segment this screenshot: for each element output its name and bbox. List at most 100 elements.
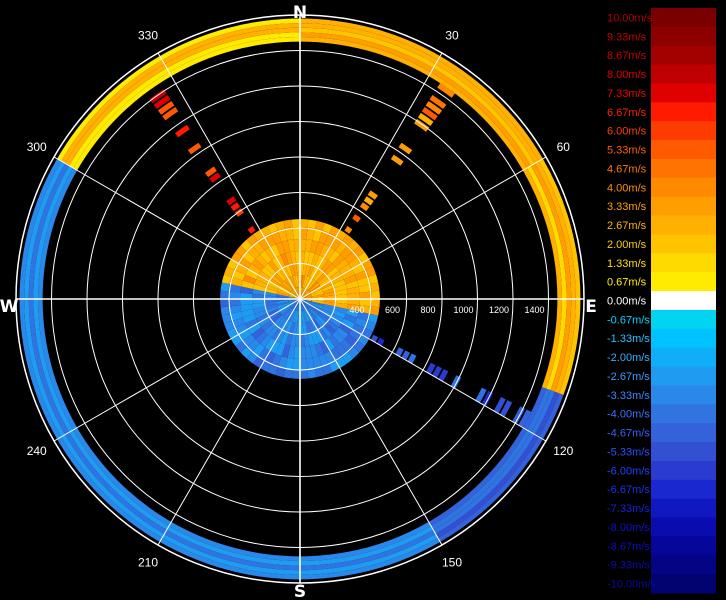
range-label: 1000 (453, 305, 473, 315)
cardinal-south: S (294, 582, 306, 600)
legend-label: -5.33m/s (607, 446, 650, 458)
legend-swatch (651, 574, 716, 594)
near-field-cell (292, 358, 300, 371)
legend-swatch (651, 196, 716, 217)
near-field-cell (300, 358, 308, 371)
legend-label: -2.00m/s (607, 352, 650, 364)
legend-swatch (651, 26, 716, 47)
cardinal-west: W (0, 297, 19, 317)
range-label: 600 (385, 305, 400, 315)
legend-label: 2.00m/s (607, 239, 647, 251)
legend-label: -1.33m/s (607, 333, 650, 345)
radial-streak-cell (175, 124, 190, 138)
range-label: 1200 (489, 305, 509, 315)
legend-label: -6.00m/s (607, 465, 650, 477)
outer-band-segment (61, 23, 300, 164)
cardinal-east: E (585, 297, 597, 317)
legend-swatch (651, 234, 716, 254)
legend-label: -4.00m/s (607, 409, 650, 421)
legend-swatch (651, 328, 716, 349)
legend-swatch (651, 272, 716, 292)
legend-swatch (651, 140, 716, 160)
legend-label: -9.33m/s (607, 560, 650, 572)
outer-band-segment (28, 163, 436, 571)
azimuth-spoke (53, 156, 301, 300)
near-field-cell (220, 299, 229, 308)
azimuth-label: 330 (138, 29, 158, 43)
near-field-cell (307, 219, 317, 229)
radial-streak-cell (390, 154, 404, 166)
cardinal-north: N (293, 3, 307, 23)
legend-label: 0.67m/s (607, 277, 647, 289)
outer-band-segment (33, 165, 434, 566)
azimuth-spoke (299, 156, 547, 300)
near-field-cell (370, 282, 380, 292)
near-field-cell (283, 219, 293, 229)
legend-label: 0.00m/s (607, 296, 647, 308)
legend-label: -10.00m/s (607, 579, 656, 591)
azimuth-spoke (157, 52, 301, 300)
legend-swatch (651, 158, 716, 179)
near-field-cell (220, 290, 229, 299)
legend-label: 8.00m/s (607, 69, 647, 81)
near-field-cell (291, 370, 300, 379)
near-field-cell (220, 282, 230, 292)
legend-swatch (651, 498, 716, 519)
legend-swatch (651, 45, 716, 66)
legend-label: 9.33m/s (607, 31, 647, 43)
legend-swatch (651, 215, 716, 235)
radial-streak-cell (352, 214, 361, 223)
near-field-cell (300, 370, 309, 379)
legend-label: 5.33m/s (607, 145, 647, 157)
legend-label: -3.33m/s (607, 390, 650, 402)
legend-swatch (651, 479, 716, 500)
near-field-cell (371, 290, 380, 299)
legend-label: 6.67m/s (607, 107, 647, 119)
near-field-cell (371, 299, 380, 308)
near-field-cell (220, 306, 230, 316)
azimuth-spokes (16, 15, 584, 583)
legend-label: 2.67m/s (607, 220, 647, 232)
azimuth-label: 30 (445, 29, 459, 43)
azimuth-spoke (299, 298, 443, 546)
azimuth-spoke (299, 298, 547, 442)
legend-label: 10.00m/s (607, 12, 653, 24)
legend-swatch (651, 536, 716, 556)
legend-swatch (651, 555, 716, 575)
azimuth-label: 240 (27, 444, 47, 458)
azimuth-label: 150 (442, 555, 462, 569)
legend-swatch (651, 64, 716, 84)
near-field-cell (283, 369, 293, 379)
azimuth-spoke (53, 298, 301, 442)
legend-label: -8.67m/s (607, 541, 650, 553)
azimuth-label: 120 (553, 444, 573, 458)
legend-swatch (651, 291, 716, 311)
legend-label: -4.67m/s (607, 428, 650, 440)
legend-label: -7.33m/s (607, 503, 650, 515)
radial-streak-cell (344, 226, 353, 234)
legend-swatch (651, 442, 716, 462)
near-field-cell (300, 227, 308, 240)
near-field-cell (228, 299, 241, 307)
legend-swatch (651, 253, 716, 273)
legend-swatch (651, 366, 716, 386)
outer-band-segment (19, 158, 441, 580)
radial-streak-cell (370, 334, 379, 343)
legend-swatch (651, 309, 716, 330)
legend-swatch (651, 102, 716, 122)
outer-band-segment (300, 23, 539, 164)
range-label: 1400 (524, 305, 544, 315)
legend-label: -6.67m/s (607, 484, 650, 496)
velocity-color-legend: 10.00m/s 9.33m/s 8.67m/s 8.00m/s 7.33m/s 6.67… (607, 8, 716, 594)
legend-label: 3.33m/s (607, 201, 647, 213)
azimuth-label: 60 (557, 140, 571, 154)
near-field-cell (300, 219, 309, 228)
legend-label: 1.33m/s (607, 258, 647, 270)
near-field-cell (370, 306, 380, 316)
near-field-cell (359, 291, 372, 299)
legend-label: -2.67m/s (607, 371, 650, 383)
legend-swatch (651, 8, 716, 28)
legend-swatch (651, 423, 716, 443)
range-label: 800 (420, 305, 435, 315)
near-field-cell (228, 291, 241, 299)
